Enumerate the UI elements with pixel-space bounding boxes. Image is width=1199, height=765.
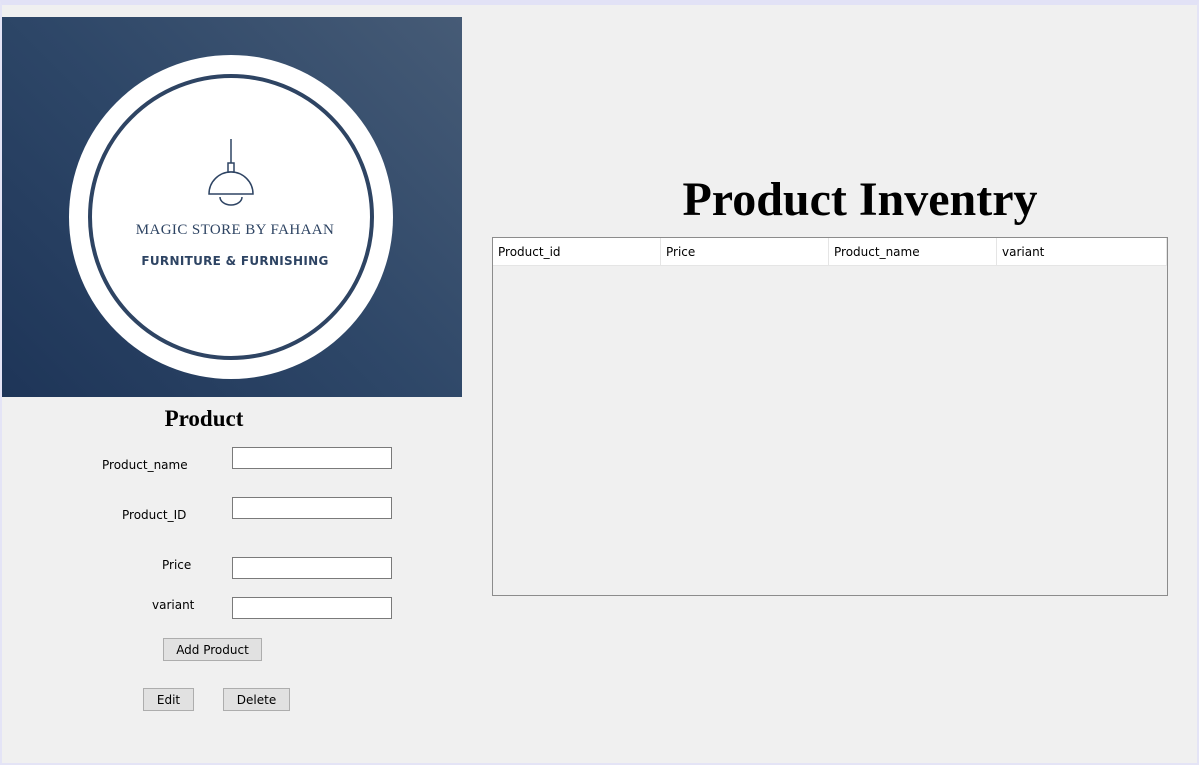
inventory-table[interactable]: Product_id Price Product_name variant bbox=[492, 237, 1168, 596]
logo-subtitle: FURNITURE & FURNISHING bbox=[141, 254, 329, 268]
product-name-label: Product_name bbox=[102, 458, 188, 472]
product-id-label: Product_ID bbox=[122, 508, 187, 522]
pendant-lamp-icon bbox=[208, 139, 254, 206]
form-title: Product bbox=[164, 406, 244, 431]
logo-outer-circle: MAGIC STORE BY FAHAAN FURNITURE & FURNIS… bbox=[69, 55, 393, 379]
logo-title: MAGIC STORE BY FAHAAN bbox=[135, 222, 335, 238]
table-header: Product_id Price Product_name variant bbox=[493, 238, 1167, 266]
inventory-title: Product Inventry bbox=[682, 173, 1038, 226]
column-header-variant[interactable]: variant bbox=[997, 238, 1167, 266]
variant-label: variant bbox=[152, 598, 195, 612]
column-header-product-name[interactable]: Product_name bbox=[829, 238, 997, 266]
edit-button[interactable]: Edit bbox=[143, 688, 194, 711]
price-label: Price bbox=[162, 558, 192, 572]
column-header-price[interactable]: Price bbox=[661, 238, 829, 266]
product-id-input[interactable] bbox=[232, 497, 392, 519]
column-header-product-id[interactable]: Product_id bbox=[493, 238, 661, 266]
store-logo: MAGIC STORE BY FAHAAN FURNITURE & FURNIS… bbox=[2, 17, 462, 397]
add-product-button[interactable]: Add Product bbox=[163, 638, 262, 661]
logo-inner-circle: MAGIC STORE BY FAHAAN FURNITURE & FURNIS… bbox=[88, 74, 374, 360]
product-name-input[interactable] bbox=[232, 447, 392, 469]
price-input[interactable] bbox=[232, 557, 392, 579]
delete-button[interactable]: Delete bbox=[223, 688, 290, 711]
variant-input[interactable] bbox=[232, 597, 392, 619]
